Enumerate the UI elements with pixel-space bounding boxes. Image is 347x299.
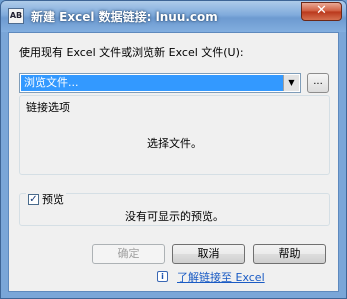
link-options-label: 链接选项 — [24, 99, 72, 115]
app-icon: AB — [8, 8, 24, 24]
combobox-value: 浏览文件... — [21, 75, 283, 91]
close-icon: ✕ — [316, 3, 327, 18]
window-title: 新建 Excel 数据链接: lnuu.com — [31, 10, 218, 24]
browse-button[interactable]: ... — [307, 73, 329, 93]
ok-button[interactable]: 确定 — [92, 244, 165, 264]
preview-group: ✓ 预览 没有可显示的预览。 — [19, 191, 330, 226]
dropdown-arrow-icon[interactable]: ▼ — [283, 75, 299, 91]
info-icon: i — [157, 271, 168, 282]
preview-checkbox[interactable]: ✓ — [28, 193, 39, 205]
help-button[interactable]: 帮助 — [253, 244, 326, 264]
close-button[interactable]: ✕ — [301, 2, 342, 21]
link-options-group: 链接选项 选择文件。 — [19, 95, 330, 175]
dialog-body: 使用现有 Excel 文件或浏览新 Excel 文件(U): 浏览文件... ▼… — [8, 32, 339, 292]
file-combobox[interactable]: 浏览文件... ▼ — [19, 73, 301, 93]
cancel-button[interactable]: 取消 — [172, 244, 245, 264]
preview-message: 没有可显示的预览。 — [125, 210, 224, 223]
preview-label: 预览 — [42, 193, 64, 206]
file-source-label: 使用现有 Excel 文件或浏览新 Excel 文件(U): — [19, 46, 244, 59]
learn-link[interactable]: 了解链接至 Excel — [177, 269, 265, 285]
preview-header: ✓ 预览 — [26, 191, 66, 207]
dialog-window: AB 新建 Excel 数据链接: lnuu.com ✕ 使用现有 Excel … — [0, 0, 347, 299]
title-bar[interactable]: AB 新建 Excel 数据链接: lnuu.com ✕ — [1, 1, 346, 32]
link-options-message: 选择文件。 — [147, 137, 202, 150]
